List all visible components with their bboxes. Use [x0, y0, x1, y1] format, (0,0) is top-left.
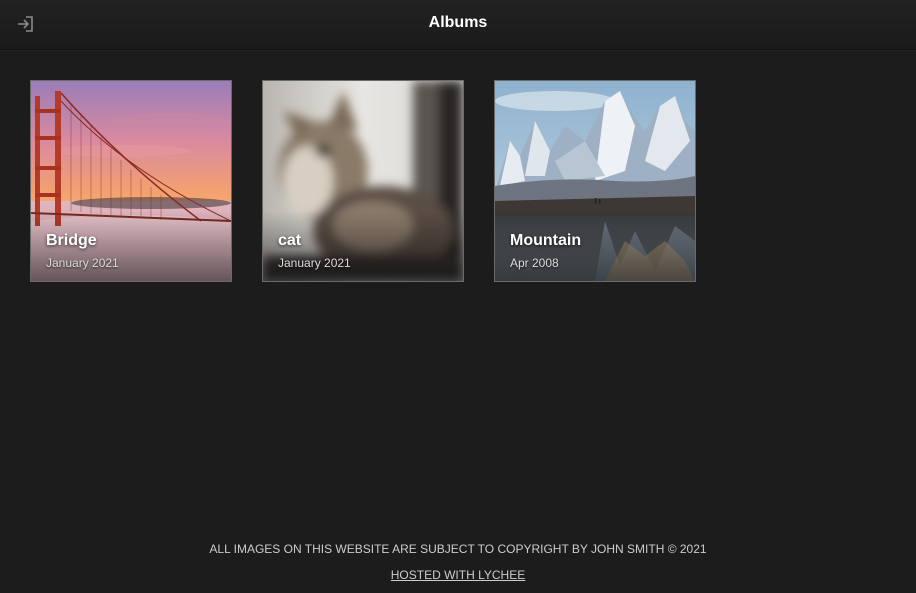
album-title: Mountain: [510, 232, 582, 249]
album-title: cat: [278, 232, 302, 249]
album-card-cat[interactable]: cat January 2021: [262, 80, 464, 282]
page-title: Albums: [428, 14, 488, 31]
album-date: Apr 2008: [510, 256, 559, 270]
album-date: January 2021: [46, 256, 119, 270]
header-bar: Albums: [0, 0, 916, 50]
footer-hosted: HOSTED WITH LYCHEE: [0, 568, 916, 582]
album-card-mountain[interactable]: Mountain Apr 2008: [494, 80, 696, 282]
album-title: Bridge: [46, 232, 97, 249]
footer-copyright: ALL IMAGES ON THIS WEBSITE ARE SUBJECT T…: [209, 542, 707, 556]
hosted-with-lychee-link[interactable]: HOSTED WITH LYCHEE: [391, 568, 525, 582]
album-date: January 2021: [278, 256, 351, 270]
album-card-bridge[interactable]: Bridge January 2021: [30, 80, 232, 282]
